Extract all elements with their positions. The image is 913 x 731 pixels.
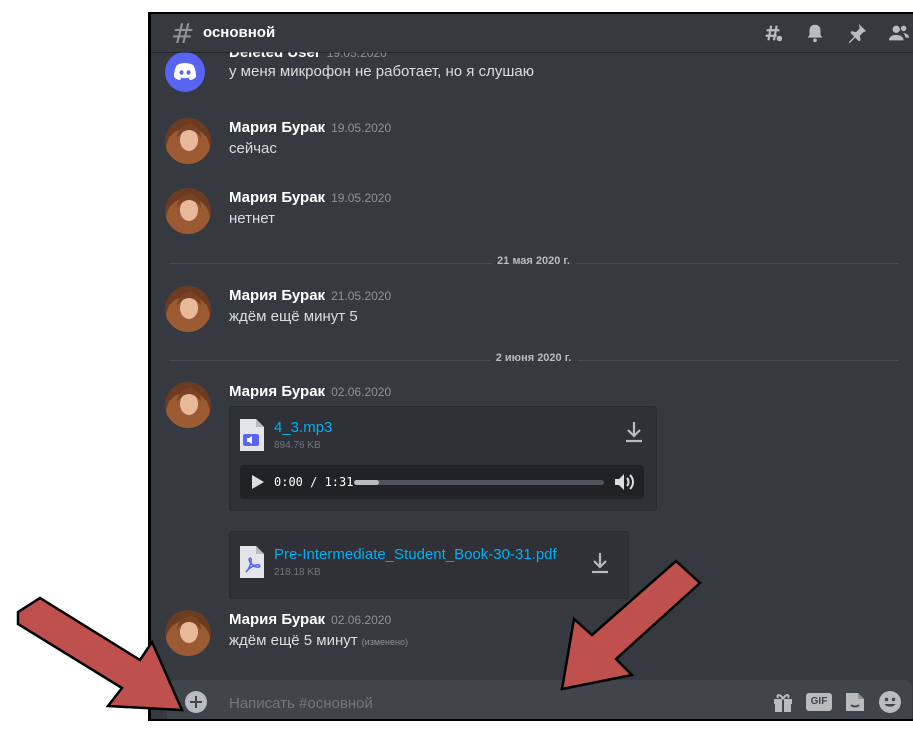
message: Мария Бурак 02.06.2020 ждём ещё 5 минут (и… [165,610,905,658]
channel-header: # основной [151,14,913,52]
audio-file-size: 894.76 KB [274,440,321,451]
gift-icon[interactable] [772,691,794,713]
message-text: сейчас [229,140,277,157]
message-timestamp: 19.05.2020 [331,191,392,205]
annotation-arrow-left [16,596,184,712]
message-text: ждём ещё 5 минут [229,632,358,649]
pin-icon[interactable] [846,22,868,44]
audio-attachment: 4_3.mp3 894.76 KB 0:00 / 1:31 [229,406,657,511]
discord-logo-icon [174,63,196,80]
emoji-icon[interactable] [878,690,902,714]
message-author[interactable]: Мария Бурак [229,383,325,400]
date-divider-label: 2 июня 2020 г. [489,352,578,364]
pdf-file-name[interactable]: Pre-Intermediate_Student_Book-30-31.pdf [274,546,557,563]
avatar[interactable] [165,188,211,234]
audio-file-icon [240,419,264,451]
message-author[interactable]: Мария Бурак [229,611,325,628]
audio-progress-bar[interactable] [354,480,604,485]
message: Мария Бурак 02.06.2020 4_3.mp3 894.76 KB … [165,382,905,602]
message-timestamp: 19.05.2020 [331,121,392,135]
message-timestamp: 02.06.2020 [331,385,392,399]
volume-icon[interactable] [614,472,636,492]
pdf-file-icon [240,546,264,578]
edited-label: (изменено) [361,637,408,647]
avatar[interactable] [165,382,211,428]
date-divider: 2 июня 2020 г. [169,352,898,364]
message: Мария Бурак 19.05.2020 нетнет [165,188,905,236]
bell-icon[interactable] [804,22,826,44]
threads-icon[interactable] [762,22,784,44]
header-toolbar [762,22,910,44]
audio-file-name[interactable]: 4_3.mp3 [274,419,332,436]
date-divider-label: 21 мая 2020 г. [491,255,576,267]
message: Мария Бурак 21.05.2020 ждём ещё минут 5 [165,286,905,334]
audio-time: 0:00 / 1:31 [274,475,354,489]
audio-player: 0:00 / 1:31 [240,465,644,499]
message-text: у меня микрофон не работает, но я слушаю [229,63,534,80]
message-text: ждём ещё минут 5 [229,308,358,325]
message-author[interactable]: Мария Бурак [229,119,325,136]
message-author[interactable]: Мария Бурак [229,287,325,304]
message-timestamp: 02.06.2020 [331,613,392,627]
audio-progress-fill [354,480,379,485]
discord-chat-window: # основной Deleted User 19.05.2020 у мен… [148,12,913,721]
pdf-file-size: 218.18 KB [274,567,321,578]
sticker-icon[interactable] [844,691,866,713]
message-timestamp: 21.05.2020 [331,289,392,303]
avatar[interactable] [165,118,211,164]
channel-hash-icon: # [171,17,195,50]
annotation-arrow-right [560,559,702,691]
channel-title: основной [203,24,276,41]
download-icon[interactable] [624,421,644,443]
message: Deleted User 19.05.2020 у меня микрофон н… [165,44,905,96]
date-divider: 21 мая 2020 г. [169,255,898,267]
message: Мария Бурак 19.05.2020 сейчас [165,118,905,166]
message-text: нетнет [229,210,275,227]
message-author[interactable]: Мария Бурак [229,189,325,206]
avatar[interactable] [165,52,205,92]
gif-icon[interactable]: GIF [806,693,832,711]
members-icon[interactable] [888,22,910,44]
play-icon[interactable] [252,475,264,489]
message-composer: GIF [167,680,912,719]
avatar[interactable] [165,286,211,332]
composer-toolbar: GIF [772,690,902,714]
